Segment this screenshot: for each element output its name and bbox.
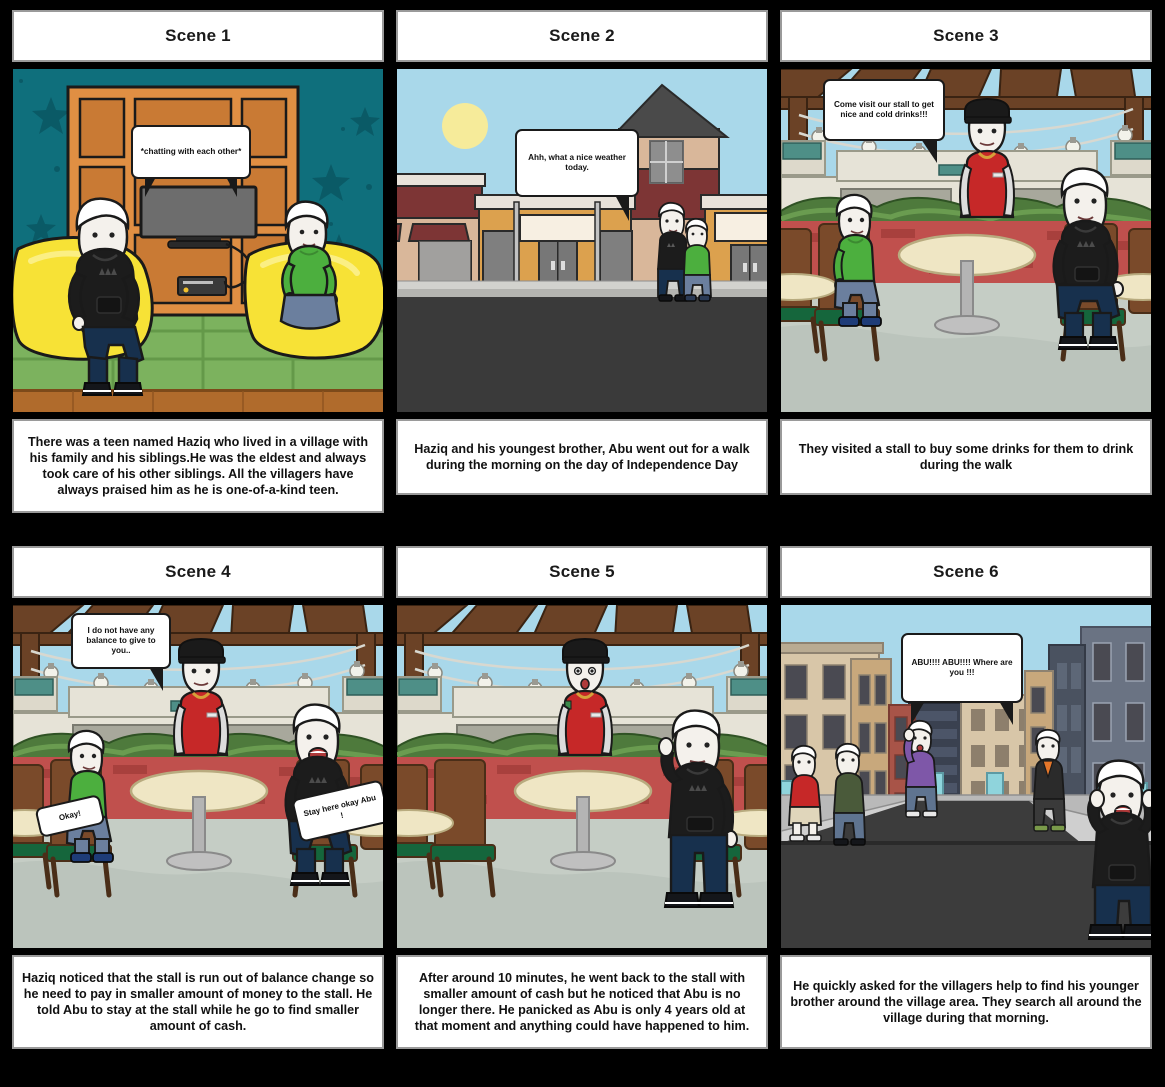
speech-bubble-chatting: *chatting with each other*	[131, 125, 251, 197]
scene-art-cafe-patio-4	[13, 605, 383, 948]
living-room-illustration	[13, 69, 383, 412]
storyboard-cell-scene-1: Scene 1 *chatting with each other* There…	[12, 10, 384, 513]
bubble-tail-right	[226, 177, 237, 197]
scene-caption-5: After around 10 minutes, he went back to…	[396, 955, 768, 1049]
scene-title-4[interactable]: Scene 4	[12, 546, 384, 598]
storyboard-canvas: Scene 1 *chatting with each other* There…	[0, 0, 1165, 1087]
scene-title-5[interactable]: Scene 5	[396, 546, 768, 598]
scene-panel-2[interactable]: Ahh, what a nice weather today.	[396, 68, 768, 413]
scene-caption-1: There was a teen named Haziq who lived i…	[12, 419, 384, 513]
cafe-patio-illustration	[13, 605, 383, 948]
storyboard-row: Scene 4 I do not have any balance to giv…	[0, 513, 1165, 1049]
storyboard-cell-scene-6: Scene 6 ABU!!!! ABU!!!! Where are you !!…	[780, 546, 1152, 1049]
storyboard-cell-scene-2: Scene 2 Ahh, what a nice weather today. …	[396, 10, 768, 513]
cafe-patio-illustration	[397, 605, 767, 948]
scene-caption-3: They visited a stall to buy some drinks …	[780, 419, 1152, 495]
storyboard-cell-scene-4: Scene 4 I do not have any balance to giv…	[12, 546, 384, 1049]
town-street-illustration	[397, 69, 767, 412]
character-vendor	[959, 97, 1015, 219]
storyboard-cell-scene-3: Scene 3 Come visit our stall to get nice…	[780, 10, 1152, 513]
scene-art-town-street	[397, 69, 767, 412]
scene-art-living-room	[13, 69, 383, 412]
character-vendor	[557, 637, 613, 757]
scene-panel-1[interactable]: *chatting with each other*	[12, 68, 384, 413]
bubble-tail-right	[149, 667, 163, 691]
bubble-tail-right	[999, 701, 1013, 725]
scene-caption-2: Haziq and his youngest brother, Abu went…	[396, 419, 768, 495]
speech-bubble-text: Ahh, what a nice weather today.	[528, 152, 626, 172]
speech-bubble-text: *chatting with each other*	[140, 146, 242, 156]
speech-bubble-text: Stay here okay Abu !	[302, 792, 377, 821]
scene-panel-5[interactable]	[396, 604, 768, 949]
speech-bubble-abu-where-are-you: ABU!!!! ABU!!!! Where are you !!!	[901, 633, 1023, 725]
speech-bubble-come-visit: Come visit our stall to get nice and col…	[823, 79, 945, 163]
bubble-tail-right	[615, 195, 629, 221]
scene-title-1[interactable]: Scene 1	[12, 10, 384, 62]
bubble-tail-right	[921, 139, 937, 163]
speech-bubble-text: ABU!!!! ABU!!!! Where are you !!!	[911, 657, 1013, 677]
scene-panel-6[interactable]: ABU!!!! ABU!!!! Where are you !!!	[780, 604, 1152, 949]
storyboard-cell-scene-5: Scene 5 After around 10 minutes, he went…	[396, 546, 768, 1049]
scene-panel-3[interactable]: Come visit our stall to get nice and col…	[780, 68, 1152, 413]
scene-caption-6: He quickly asked for the villagers help …	[780, 955, 1152, 1049]
scene-title-3[interactable]: Scene 3	[780, 10, 1152, 62]
storyboard-row: Scene 1 *chatting with each other* There…	[0, 0, 1165, 513]
scene-title-2[interactable]: Scene 2	[396, 10, 768, 62]
speech-bubble-text: Come visit our stall to get nice and col…	[833, 99, 935, 119]
scene-panel-4[interactable]: I do not have any balance to give to you…	[12, 604, 384, 949]
character-vendor	[173, 637, 229, 757]
scene-title-6[interactable]: Scene 6	[780, 546, 1152, 598]
speech-bubble-text: I do not have any balance to give to you…	[86, 625, 156, 656]
bubble-tail-left	[911, 701, 925, 725]
scene-art-cafe-patio-5	[397, 605, 767, 948]
bubble-tail-left	[145, 177, 156, 197]
speech-bubble-no-balance: I do not have any balance to give to you…	[71, 613, 171, 691]
speech-bubble-text: Okay!	[58, 808, 82, 823]
speech-bubble-nice-weather: Ahh, what a nice weather today.	[515, 129, 639, 221]
scene-caption-4: Haziq noticed that the stall is run out …	[12, 955, 384, 1049]
